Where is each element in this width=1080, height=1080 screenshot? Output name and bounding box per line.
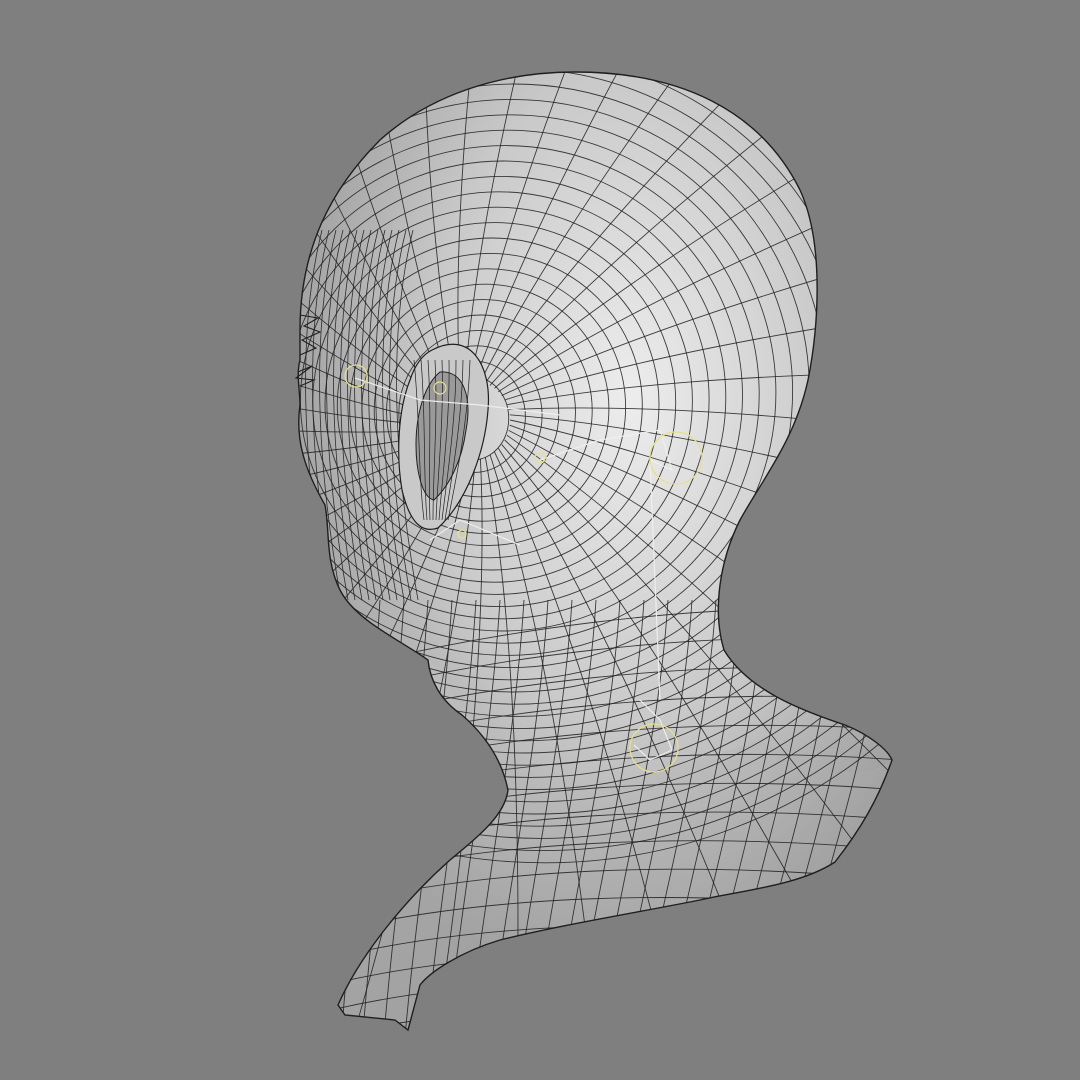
edge-loop <box>300 1037 900 1070</box>
head-mesh-render[interactable] <box>0 0 1080 1080</box>
3d-viewport[interactable] <box>0 0 1080 1080</box>
